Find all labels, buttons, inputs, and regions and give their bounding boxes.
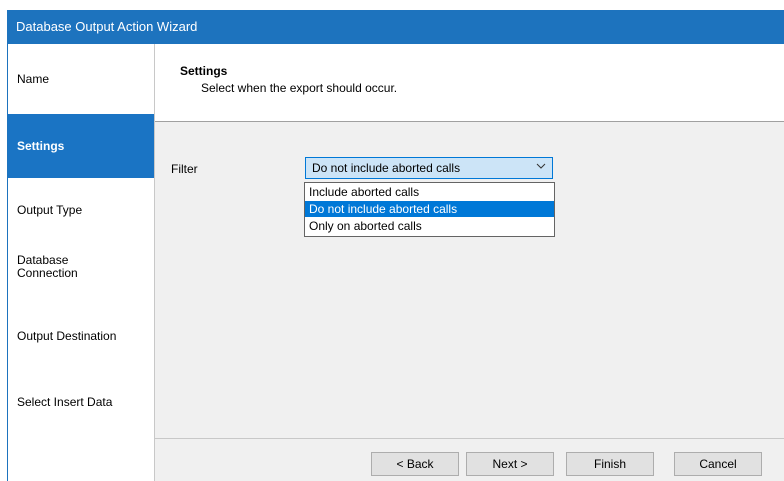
window-titlebar: Database Output Action Wizard	[8, 10, 784, 44]
window-title: Database Output Action Wizard	[16, 19, 198, 34]
finish-button[interactable]: Finish	[566, 452, 654, 476]
page-header: Settings Select when the export should o…	[155, 44, 784, 121]
filter-dropdown-list: Include aborted calls Do not include abo…	[304, 182, 555, 237]
nav-item-label: Settings	[17, 139, 65, 153]
nav-item-select-insert-data[interactable]: Select Insert Data	[8, 380, 154, 424]
nav-item-label: Output Destination	[17, 329, 117, 343]
nav-item-label: Name	[17, 72, 50, 86]
page-title: Settings	[180, 64, 228, 78]
filter-selected-value: Do not include aborted calls	[312, 161, 461, 175]
footer-divider	[155, 438, 784, 439]
filter-combobox[interactable]: Do not include aborted calls	[305, 157, 553, 179]
filter-option[interactable]: Do not include aborted calls	[305, 201, 554, 217]
settings-panel: Filter Do not include aborted calls Incl…	[155, 122, 784, 481]
filter-option[interactable]: Include aborted calls	[305, 184, 554, 200]
nav-item-name[interactable]: Name	[8, 44, 154, 114]
nav-item-settings[interactable]: Settings	[8, 114, 154, 178]
wizard-step-nav: Name Settings Output Type Database Conne…	[8, 44, 154, 481]
page-subtitle: Select when the export should occur.	[201, 81, 398, 95]
back-button[interactable]: < Back	[371, 452, 459, 476]
filter-label: Filter	[171, 162, 198, 176]
nav-item-label: Select Insert Data	[17, 395, 113, 409]
nav-item-output-type[interactable]: Output Type	[8, 178, 154, 242]
nav-item-database-connection[interactable]: Database Connection	[8, 254, 108, 280]
chevron-down-icon	[536, 163, 546, 169]
cancel-button[interactable]: Cancel	[674, 452, 762, 476]
filter-option[interactable]: Only on aborted calls	[305, 218, 554, 234]
nav-item-label: Database Connection	[17, 253, 78, 280]
nav-item-output-destination[interactable]: Output Destination	[8, 314, 154, 358]
nav-item-label: Output Type	[17, 203, 83, 217]
next-button[interactable]: Next >	[466, 452, 554, 476]
